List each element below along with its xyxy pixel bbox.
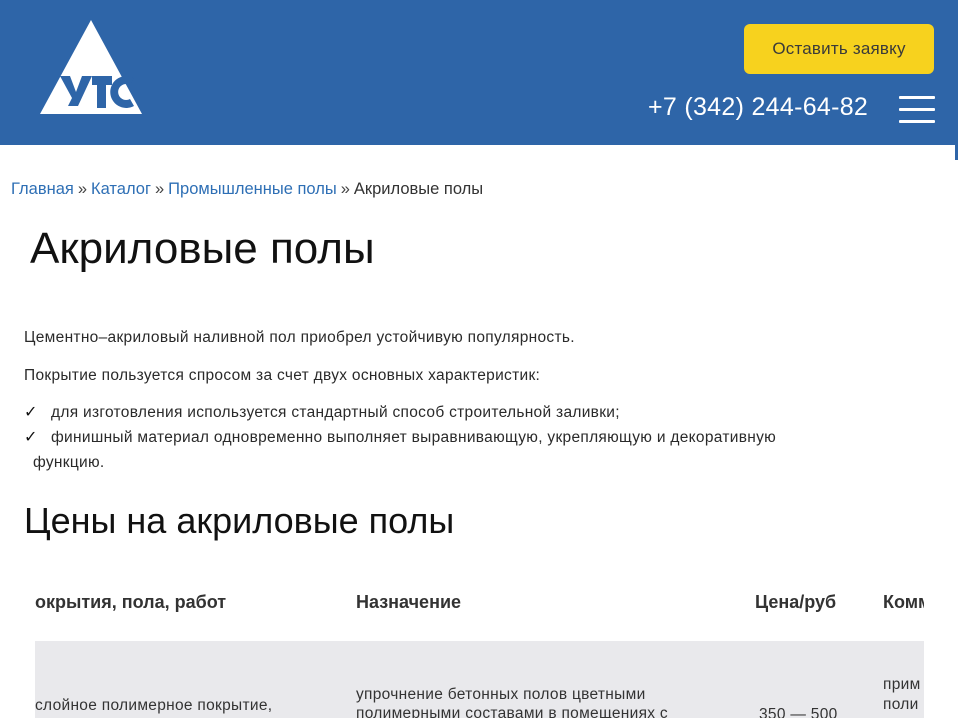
list-item-text-continuation: функцию.	[33, 454, 105, 471]
cell-comment-line-1: прим	[883, 676, 921, 693]
breadcrumb-current: Акриловые полы	[353, 180, 484, 198]
list-item: ✓ финишный материал одновременно выполня…	[24, 425, 884, 475]
lead-paragraph: Покрытие пользуется спросом за счет двух…	[24, 367, 541, 384]
cell-price: 350 — 500	[759, 706, 838, 718]
column-header-comment: Комм	[883, 592, 924, 612]
list-item: ✓ для изготовления используется стандарт…	[24, 400, 884, 425]
breadcrumb-separator: »	[340, 180, 350, 198]
prices-table: окрытия, пола, работ Назначение Цена/руб…	[35, 575, 924, 718]
phone-number-link[interactable]: +7 (342) 244-64-82	[648, 93, 868, 122]
breadcrumb-catalog-link[interactable]: Каталог	[91, 180, 151, 198]
cell-comment-line-2: поли	[883, 696, 919, 713]
hamburger-menu-icon[interactable]	[899, 96, 935, 124]
page-title: Акриловые полы	[30, 224, 375, 273]
list-item-text: для изготовления используется стандартны…	[51, 404, 620, 421]
column-header-coating-name: окрытия, пола, работ	[35, 592, 227, 612]
breadcrumb-industrial-floors-link[interactable]: Промышленные полы	[168, 180, 337, 198]
column-header-price: Цена/руб	[755, 592, 837, 612]
prices-heading: Цены на акриловые полы	[24, 500, 455, 541]
checkmark-icon: ✓	[24, 429, 38, 446]
uts-logo[interactable]	[38, 18, 144, 116]
intro-paragraph: Цементно–акриловый наливной пол приобрел…	[24, 329, 575, 346]
column-header-purpose: Назначение	[356, 592, 462, 612]
cell-coating-name: слойное полимерное покрытие,	[35, 697, 273, 714]
list-item-text-line: финишный материал одновременно выполняет…	[51, 429, 777, 446]
list-item-text: финишный материал одновременно выполняет…	[24, 425, 884, 475]
leave-request-button[interactable]: Оставить заявку	[744, 24, 934, 74]
checkmark-icon: ✓	[24, 404, 38, 421]
cell-purpose-line-1: упрочнение бетонных полов цветными	[356, 686, 646, 703]
cell-purpose-line-2: полимерными составами в помещениях с	[356, 705, 668, 718]
breadcrumb-separator: »	[77, 180, 87, 198]
breadcrumb-home-link[interactable]: Главная	[11, 180, 74, 198]
site-header: Оставить заявку +7 (342) 244-64-82	[0, 0, 958, 145]
breadcrumb: Главная» Каталог» Промышленные полы» Акрило…	[11, 180, 483, 199]
breadcrumb-separator: »	[154, 180, 165, 198]
table-row: слойное полимерное покрытие, упрочнение …	[35, 641, 924, 718]
